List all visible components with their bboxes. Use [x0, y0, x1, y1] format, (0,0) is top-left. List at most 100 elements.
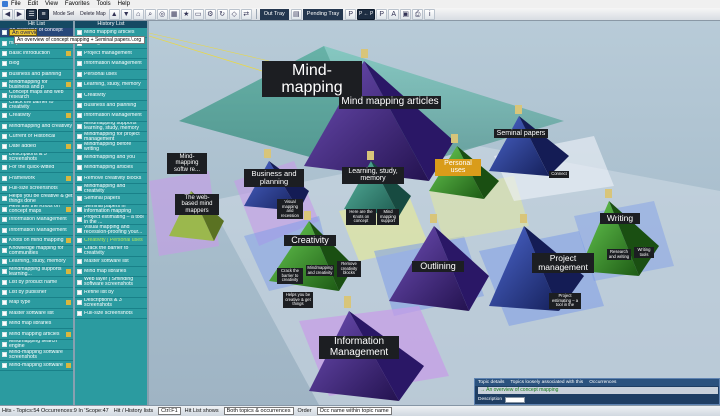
- checkbox-icon[interactable]: [2, 279, 7, 285]
- occurrence-label[interactable]: Visual mapping and recession: [277, 199, 303, 220]
- hit-list-item[interactable]: Framework: [0, 173, 73, 184]
- history-list-item[interactable]: Mindmapping and you: [75, 153, 147, 164]
- node-label-learning[interactable]: Learning, study, memory: [342, 167, 404, 184]
- checkbox-icon[interactable]: [77, 102, 82, 108]
- status-order-box[interactable]: Occ name within topic name: [316, 407, 392, 415]
- hit-list-item[interactable]: Business and planning: [0, 70, 73, 80]
- checkbox-icon[interactable]: [77, 206, 82, 212]
- checkbox-icon[interactable]: [2, 269, 7, 275]
- topic-details-tab[interactable]: Topic details: [478, 380, 504, 385]
- node-label-articles[interactable]: Mind mapping articles: [339, 96, 441, 109]
- hit-list-item[interactable]: List by product name: [0, 277, 73, 288]
- checkbox-icon[interactable]: [77, 144, 82, 150]
- checkbox-icon[interactable]: [77, 30, 82, 36]
- checkbox-icon[interactable]: [2, 30, 7, 36]
- checkbox-icon[interactable]: [77, 92, 82, 98]
- hit-list-item[interactable]: Mindmapping and creativity: [0, 122, 73, 132]
- target-icon[interactable]: ◎: [156, 8, 168, 20]
- history-list-item[interactable]: Mindmapping articles: [75, 163, 147, 174]
- checkbox-icon[interactable]: [2, 300, 7, 306]
- history-list-item[interactable]: Learning, study, memory: [75, 80, 147, 91]
- history-list-item[interactable]: Mindmapping supports learning, study, me…: [75, 122, 147, 132]
- history-list-item[interactable]: Crack the barrier to creativity: [75, 246, 147, 257]
- print-icon[interactable]: ⎙: [412, 8, 424, 20]
- checkbox-icon[interactable]: [77, 238, 82, 243]
- history-list-item[interactable]: Mindmapping and creativity: [75, 184, 147, 195]
- history-list-item[interactable]: Mind map libraries: [75, 267, 147, 278]
- hit-list-item[interactable]: Mind mapping articles: [0, 329, 73, 340]
- history-list-item[interactable]: Descriptions & 3 screenshots: [75, 298, 147, 309]
- checkbox-icon[interactable]: [2, 144, 7, 150]
- search-icon[interactable]: ⌕: [144, 8, 156, 20]
- occurrence-label[interactable]: Research and writing: [607, 249, 631, 261]
- checkbox-icon[interactable]: [77, 134, 82, 140]
- checkbox-icon[interactable]: [77, 175, 82, 181]
- hit-list-item[interactable]: Date added: [0, 142, 73, 153]
- checkbox-icon[interactable]: [77, 82, 82, 88]
- history-list-item[interactable]: Visual mapping and recession-proofing yo…: [75, 225, 147, 236]
- node-label-project[interactable]: Project management: [532, 253, 594, 273]
- checkbox-icon[interactable]: [2, 61, 7, 67]
- checkbox-icon[interactable]: [2, 206, 7, 212]
- history-list-item[interactable]: Mindmapping for project management: [75, 132, 147, 143]
- menu-edit[interactable]: Edit: [28, 0, 38, 8]
- forward-icon[interactable]: ▶: [14, 8, 25, 20]
- hit-list-item[interactable]: List by publisher: [0, 288, 73, 299]
- history-list-item[interactable]: Remove creativity blocks: [75, 173, 147, 184]
- node-label-writing[interactable]: Writing: [600, 213, 640, 224]
- node-label-main[interactable]: Mind-mapping: [262, 61, 362, 97]
- history-list-item[interactable]: Mindmapping before writing: [75, 142, 147, 153]
- history-list-item[interactable]: Full-size screenshots: [75, 309, 147, 319]
- node-label-information[interactable]: Information Management: [319, 336, 399, 359]
- history-list-item[interactable]: Web layer | Sminding software screenshot…: [75, 277, 147, 288]
- p-arrow-button[interactable]: P ← P: [357, 8, 376, 20]
- up-icon[interactable]: ▲: [108, 8, 120, 20]
- history-list-item[interactable]: Information Management: [75, 59, 147, 70]
- hit-list-item[interactable]: Mind map libraries: [0, 319, 73, 330]
- out-tray-button[interactable]: Out Tray: [259, 8, 289, 20]
- checkbox-icon[interactable]: [77, 50, 82, 56]
- selected-topic-field[interactable]: → An overview of concept mapping: [478, 387, 718, 394]
- menu-file[interactable]: File: [11, 0, 21, 8]
- occurrence-label[interactable]: Project estimating – a tool in the: [549, 293, 581, 309]
- back-icon[interactable]: ◀: [2, 8, 13, 20]
- sync-icon[interactable]: ⇄: [240, 8, 252, 20]
- checkbox-icon[interactable]: [2, 217, 7, 223]
- down-icon[interactable]: ▼: [120, 8, 132, 20]
- checkbox-icon[interactable]: [2, 102, 7, 108]
- checkbox-icon[interactable]: [2, 341, 7, 347]
- history-list-item[interactable]: Project management: [75, 49, 147, 60]
- node-label-business[interactable]: Business and planning: [244, 169, 304, 187]
- node-label-seminal[interactable]: Seminal papers: [494, 129, 548, 139]
- checkbox-icon[interactable]: [2, 331, 7, 337]
- hit-list-item[interactable]: Current or Historical: [0, 132, 73, 143]
- checkbox-icon[interactable]: [77, 61, 82, 67]
- history-list-item[interactable]: Creativity: [75, 90, 147, 101]
- checkbox-icon[interactable]: [2, 310, 7, 316]
- tray-icon[interactable]: ▤: [290, 8, 302, 20]
- occurrence-label[interactable]: Writing tools: [634, 247, 654, 259]
- checkbox-icon[interactable]: [2, 154, 7, 160]
- hit-list-item[interactable]: Knots on mind mapping: [0, 236, 73, 247]
- home-icon[interactable]: ⌂: [132, 8, 144, 20]
- checkbox-icon[interactable]: [2, 196, 7, 202]
- hit-list-item[interactable]: Map type: [0, 298, 73, 309]
- hit-list-item[interactable]: Basic introduction: [0, 49, 73, 60]
- hit-list-item[interactable]: Learning, study, memory: [0, 257, 73, 267]
- node-label-creativity[interactable]: Creativity: [284, 235, 336, 247]
- occurrence-label[interactable]: Remove creativity blocks: [337, 261, 361, 277]
- checkbox-icon[interactable]: [2, 321, 7, 327]
- checkbox-icon[interactable]: [77, 154, 82, 160]
- grid-icon[interactable]: ▦: [168, 8, 180, 20]
- node-label-software[interactable]: Mind-mapping softw re...: [167, 153, 207, 174]
- checkbox-icon[interactable]: [2, 165, 7, 171]
- description-field[interactable]: [505, 396, 525, 403]
- checkbox-icon[interactable]: [77, 186, 82, 192]
- checkbox-icon[interactable]: [77, 113, 82, 119]
- occurrence-label[interactable]: Mindmapping and creativity: [306, 265, 334, 277]
- checkbox-icon[interactable]: [77, 310, 82, 316]
- refresh-icon[interactable]: ↻: [216, 8, 228, 20]
- checkbox-icon[interactable]: [2, 227, 7, 233]
- checkbox-icon[interactable]: [77, 165, 82, 171]
- history-list-item[interactable]: Master software list: [75, 257, 147, 267]
